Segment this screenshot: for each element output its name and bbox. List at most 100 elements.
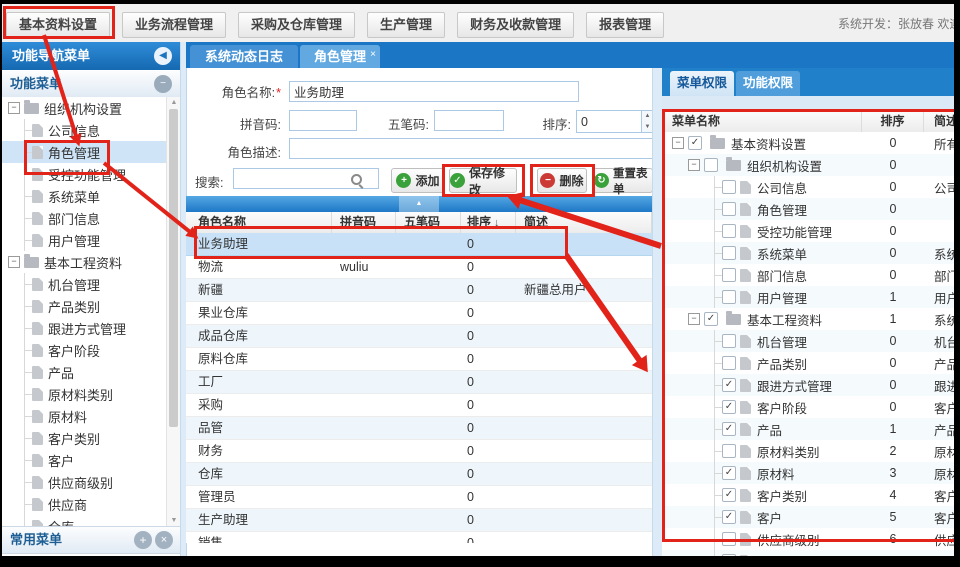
- sidebar-item-19[interactable]: 仓库: [2, 515, 166, 526]
- sidebar-item-12[interactable]: 产品: [2, 361, 166, 383]
- permission-row-16[interactable]: ✓客户类别4客户类: [662, 484, 954, 506]
- checkbox-checked[interactable]: ✓: [722, 488, 736, 502]
- sidebar-minimize-icon[interactable]: −: [154, 75, 172, 93]
- sidebar-item-16[interactable]: 客户: [2, 449, 166, 471]
- permission-row-1[interactable]: −组织机构设置0: [662, 154, 954, 176]
- permission-row-2[interactable]: 公司信息0公司信: [662, 176, 954, 198]
- sidebar-collapse-icon[interactable]: ◀: [154, 47, 172, 65]
- col-menu-name[interactable]: 菜单名称: [662, 110, 862, 132]
- col-desc[interactable]: 简述: [516, 212, 652, 233]
- reset-button[interactable]: ↻ 重置表单: [593, 168, 653, 193]
- permission-row-14[interactable]: 原材料类别2原材料: [662, 440, 954, 462]
- table-row-4[interactable]: 成品仓库0: [186, 325, 652, 348]
- save-button[interactable]: ✓ 保存修改: [449, 168, 517, 193]
- top-menu-item-4[interactable]: 财务及收款管理: [457, 12, 574, 38]
- permission-row-12[interactable]: ✓客户阶段0客户阶: [662, 396, 954, 418]
- col-menu-sort[interactable]: 排序: [862, 110, 924, 132]
- top-menu-item-3[interactable]: 生产管理: [367, 12, 445, 38]
- table-row-0[interactable]: 业务助理0: [186, 233, 652, 256]
- permission-row-9[interactable]: 机台管理0机台管: [662, 330, 954, 352]
- table-row-12[interactable]: 生产助理0: [186, 509, 652, 532]
- col-wubi[interactable]: 五笔码: [396, 212, 461, 233]
- sidebar-item-2[interactable]: 角色管理: [2, 141, 166, 163]
- tree-collapse-icon[interactable]: −: [672, 137, 684, 149]
- tree-collapse-icon[interactable]: −: [8, 102, 20, 114]
- checkbox-checked[interactable]: ✓: [722, 466, 736, 480]
- table-row-1[interactable]: 物流wuliu0: [186, 256, 652, 279]
- permission-row-7[interactable]: 用户管理1用户及: [662, 286, 954, 308]
- permission-row-5[interactable]: 系统菜单0系统菜: [662, 242, 954, 264]
- sort-input[interactable]: [577, 111, 641, 132]
- tab-menu-permission[interactable]: 菜单权限: [670, 71, 734, 96]
- role-name-input[interactable]: [289, 81, 579, 102]
- permission-row-17[interactable]: ✓客户5客户管: [662, 506, 954, 528]
- permission-row-13[interactable]: ✓产品1产品管: [662, 418, 954, 440]
- table-row-7[interactable]: 采购0: [186, 394, 652, 417]
- permission-row-4[interactable]: 受控功能管理0: [662, 220, 954, 242]
- table-row-9[interactable]: 财务0: [186, 440, 652, 463]
- checkbox-unchecked[interactable]: [722, 224, 736, 238]
- table-row-13[interactable]: 销售0: [186, 532, 652, 543]
- checkbox-checked[interactable]: ✓: [722, 400, 736, 414]
- col-menu-desc[interactable]: 简述: [924, 110, 954, 132]
- table-row-10[interactable]: 仓库0: [186, 463, 652, 486]
- sidebar-item-14[interactable]: 原材料: [2, 405, 166, 427]
- checkbox-unchecked[interactable]: [722, 356, 736, 370]
- table-row-8[interactable]: 品管0: [186, 417, 652, 440]
- table-row-3[interactable]: 果业仓库0: [186, 302, 652, 325]
- checkbox-unchecked[interactable]: [722, 290, 736, 304]
- col-sort[interactable]: 排序↓: [461, 212, 516, 233]
- tab-role-management[interactable]: 角色管理 ×: [300, 45, 380, 68]
- checkbox-checked[interactable]: ✓: [704, 312, 718, 326]
- tab-system-log[interactable]: 系统动态日志: [190, 45, 298, 68]
- checkbox-checked[interactable]: ✓: [722, 510, 736, 524]
- top-menu-item-0[interactable]: 基本资料设置: [6, 12, 110, 38]
- clear-favorite-icon[interactable]: ×: [155, 531, 173, 549]
- sidebar-item-13[interactable]: 原材料类别: [2, 383, 166, 405]
- tree-collapse-icon[interactable]: −: [688, 313, 700, 325]
- checkbox-unchecked[interactable]: [722, 268, 736, 282]
- sidebar-item-11[interactable]: 客户阶段: [2, 339, 166, 361]
- scroll-up-icon[interactable]: ▲: [167, 99, 181, 106]
- tab-function-permission[interactable]: 功能权限: [736, 71, 800, 96]
- sidebar-item-18[interactable]: 供应商: [2, 493, 166, 515]
- search-icon[interactable]: [351, 174, 362, 185]
- table-row-5[interactable]: 原料仓库0: [186, 348, 652, 371]
- sidebar-item-5[interactable]: 部门信息: [2, 207, 166, 229]
- sidebar-item-17[interactable]: 供应商级别: [2, 471, 166, 493]
- top-menu-item-1[interactable]: 业务流程管理: [122, 12, 226, 38]
- role-desc-input[interactable]: [289, 138, 653, 159]
- table-row-2[interactable]: 新疆0新疆总用户: [186, 279, 652, 302]
- sidebar-item-10[interactable]: 跟进方式管理: [2, 317, 166, 339]
- checkbox-unchecked[interactable]: [722, 202, 736, 216]
- sidebar-item-15[interactable]: 客户类别: [2, 427, 166, 449]
- sidebar-item-3[interactable]: 受控功能管理: [2, 163, 166, 185]
- checkbox-checked[interactable]: ✓: [722, 378, 736, 392]
- checkbox-unchecked[interactable]: [722, 180, 736, 194]
- checkbox-checked[interactable]: ✓: [688, 136, 702, 150]
- checkbox-unchecked[interactable]: [722, 246, 736, 260]
- permission-row-11[interactable]: ✓跟进方式管理0跟进方: [662, 374, 954, 396]
- checkbox-unchecked[interactable]: [704, 158, 718, 172]
- splitter-collapse-icon[interactable]: ▲: [399, 196, 439, 212]
- scroll-down-icon[interactable]: ▼: [167, 517, 181, 524]
- col-pinyin[interactable]: 拼音码: [332, 212, 396, 233]
- checkbox-unchecked[interactable]: [722, 532, 736, 546]
- delete-button[interactable]: − 删除: [537, 168, 587, 193]
- top-menu-item-5[interactable]: 报表管理: [586, 12, 664, 38]
- add-button[interactable]: + 添加: [391, 168, 445, 193]
- permission-row-18[interactable]: 供应商级别6供应商: [662, 528, 954, 550]
- sidebar-item-8[interactable]: 机台管理: [2, 273, 166, 295]
- sidebar-item-0[interactable]: −组织机构设置: [2, 97, 166, 119]
- permission-row-0[interactable]: −✓基本资料设置0所有基: [662, 132, 954, 154]
- permission-row-15[interactable]: ✓原材料3原材料: [662, 462, 954, 484]
- sidebar-item-9[interactable]: 产品类别: [2, 295, 166, 317]
- permission-row-10[interactable]: 产品类别0产品类: [662, 352, 954, 374]
- checkbox-unchecked[interactable]: [722, 334, 736, 348]
- permission-row-6[interactable]: 部门信息0部门信: [662, 264, 954, 286]
- sidebar-scrollbar[interactable]: ▲ ▼: [166, 97, 181, 526]
- scrollbar-thumb[interactable]: [169, 109, 178, 427]
- add-favorite-icon[interactable]: +: [134, 531, 152, 549]
- sidebar-item-6[interactable]: 用户管理: [2, 229, 166, 251]
- checkbox-checked[interactable]: ✓: [722, 422, 736, 436]
